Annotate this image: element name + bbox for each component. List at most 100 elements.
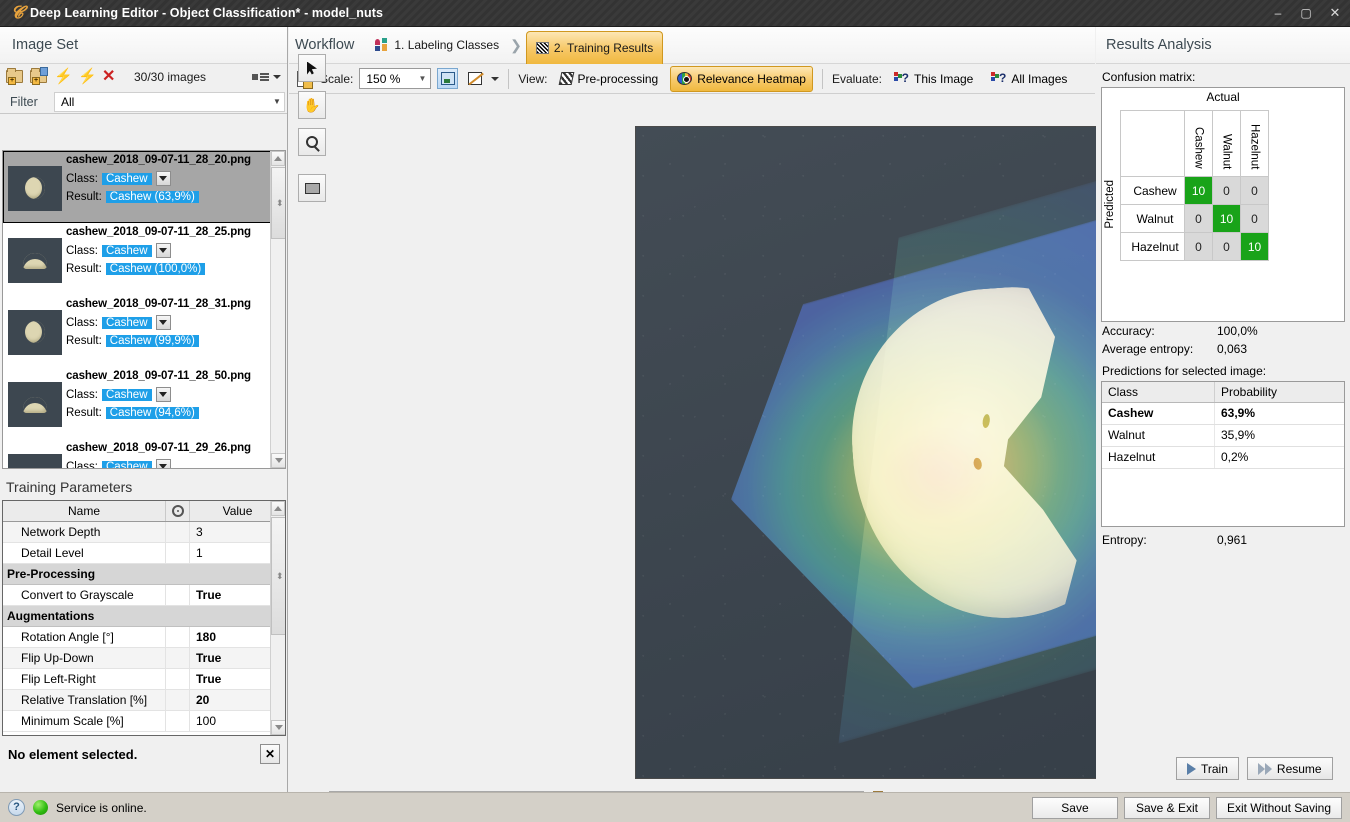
chevron-down-icon[interactable]	[491, 77, 499, 81]
pan-tool[interactable]: ✋	[298, 91, 326, 119]
param-row[interactable]: Rotation Angle [°]180	[3, 627, 270, 648]
image-filename: cashew_2018_09-07-11_28_50.png	[66, 370, 270, 382]
prediction-probability: 35,9%	[1215, 425, 1344, 446]
param-value[interactable]: True	[190, 585, 270, 605]
maximize-button[interactable]: ▢	[1292, 0, 1320, 27]
scroll-up-button[interactable]	[271, 151, 285, 166]
resume-button[interactable]: Resume	[1247, 757, 1333, 780]
select-tool[interactable]	[298, 54, 326, 82]
workflow-step-labeling-classes[interactable]: 1. Labeling Classes	[368, 34, 506, 56]
add-images-icon[interactable]: +	[30, 67, 50, 87]
training-parameters-table[interactable]: Name Value Network Depth3Detail Level1Pr…	[2, 500, 286, 736]
class-dropdown-button[interactable]	[156, 387, 171, 402]
predictions-table[interactable]: Class Probability Cashew63,9%Walnut35,9%…	[1101, 381, 1345, 527]
params-scrollbar[interactable]: ⬍	[270, 501, 285, 735]
save-button[interactable]: Save	[1032, 797, 1118, 819]
cm-cell: 0	[1213, 233, 1241, 261]
image-list-scrollbar[interactable]: ⬍	[270, 151, 285, 468]
table-row[interactable]: Cashew63,9%	[1102, 403, 1344, 425]
result-row: Result:Cashew (94,6%)	[66, 407, 270, 419]
list-item[interactable]: cashew_2018_09-07-11_28_31.pngClass:Cash…	[3, 295, 272, 367]
cm-row: Cashew1000	[1121, 177, 1269, 205]
class-value[interactable]: Cashew	[102, 245, 152, 257]
no-image-icon[interactable]	[464, 68, 485, 89]
close-button[interactable]: ✕	[1320, 0, 1350, 27]
class-value[interactable]: Cashew	[102, 389, 152, 401]
cm-cell: 10	[1213, 205, 1241, 233]
class-dropdown-button[interactable]	[156, 171, 171, 186]
save-and-exit-button[interactable]: Save & Exit	[1124, 797, 1210, 819]
param-row[interactable]: Flip Left-RightTrue	[3, 669, 270, 690]
param-row[interactable]: Detail Level1	[3, 543, 270, 564]
result-row: Result:Cashew (63,9%)	[66, 191, 270, 203]
lightning-bolt-icon[interactable]: ⚡	[78, 67, 98, 87]
list-item[interactable]: cashew_2018_09-07-11_28_25.pngClass:Cash…	[3, 223, 272, 295]
prediction-probability: 63,9%	[1215, 403, 1344, 424]
workflow-step-training-results[interactable]: 2. Training Results	[526, 31, 663, 64]
gear-icon[interactable]	[166, 501, 190, 521]
class-value[interactable]: Cashew	[102, 317, 152, 329]
scrollbar-thumb[interactable]: ⬍	[271, 167, 286, 239]
filter-select[interactable]: All ▼	[54, 92, 285, 112]
scroll-down-button[interactable]	[271, 720, 286, 735]
confusion-matrix-grid: CashewWalnutHazelnutCashew1000Walnut0100…	[1120, 110, 1269, 261]
scrollbar-thumb[interactable]: ⬍	[271, 517, 286, 635]
class-dropdown-button[interactable]	[156, 243, 171, 258]
param-row[interactable]: Flip Up-DownTrue	[3, 648, 270, 669]
add-folder-icon[interactable]: +	[6, 67, 26, 87]
scroll-up-button[interactable]	[271, 501, 285, 516]
param-row[interactable]: Convert to GrayscaleTrue	[3, 585, 270, 606]
class-dropdown-button[interactable]	[156, 459, 171, 469]
scale-select[interactable]: 150 % ▼	[359, 68, 431, 89]
thumbnail	[8, 166, 62, 211]
evaluate-this-image-button[interactable]: ? This Image	[888, 69, 979, 89]
labeling-classes-icon	[375, 38, 389, 52]
accuracy-value: 100,0%	[1217, 324, 1258, 338]
param-group-header: Augmentations	[3, 606, 270, 627]
cm-row-header: Walnut	[1121, 205, 1185, 233]
chevron-down-icon[interactable]	[273, 75, 281, 79]
cm-row-header: Hazelnut	[1121, 233, 1185, 261]
close-icon[interactable]: ✕	[260, 744, 280, 764]
list-view-icon[interactable]	[252, 73, 269, 81]
zoom-tool[interactable]	[298, 128, 326, 156]
class-value[interactable]: Cashew	[102, 173, 152, 185]
list-item[interactable]: cashew_2018_09-07-11_29_26.pngClass:Cash…	[3, 439, 272, 469]
train-button[interactable]: Train	[1176, 757, 1239, 780]
fit-to-window-icon[interactable]	[437, 68, 458, 89]
param-value[interactable]: True	[190, 648, 270, 668]
list-item[interactable]: cashew_2018_09-07-11_28_50.pngClass:Cash…	[3, 367, 272, 439]
param-value[interactable]: 20	[190, 690, 270, 710]
param-row[interactable]: Minimum Scale [%]100	[3, 711, 270, 732]
evaluate-all-images-button[interactable]: ? All Images	[985, 69, 1073, 89]
param-value[interactable]: 180	[190, 627, 270, 647]
list-item[interactable]: cashew_2018_09-07-11_28_20.pngClass:Cash…	[3, 151, 272, 223]
param-value[interactable]: 3	[190, 522, 270, 542]
table-header: Name Value	[3, 501, 285, 522]
scroll-down-button[interactable]	[271, 453, 286, 468]
param-row[interactable]: Relative Translation [%]20	[3, 690, 270, 711]
table-row[interactable]: Hazelnut0,2%	[1102, 447, 1344, 469]
param-value[interactable]: True	[190, 669, 270, 689]
rectangle-tool[interactable]	[298, 174, 326, 202]
image-list[interactable]: cashew_2018_09-07-11_28_20.pngClass:Cash…	[2, 150, 286, 469]
param-value[interactable]: 100	[190, 711, 270, 731]
entropy-value: 0,961	[1217, 533, 1247, 547]
help-icon[interactable]: ?	[8, 799, 25, 816]
arrow-cursor-icon	[307, 62, 317, 75]
minimize-button[interactable]: –	[1264, 0, 1292, 27]
image-meta: cashew_2018_09-07-11_28_25.pngClass:Cash…	[66, 224, 270, 294]
cm-row: Walnut0100	[1121, 205, 1269, 233]
exit-without-saving-button[interactable]: Exit Without Saving	[1216, 797, 1342, 819]
view-button-relevance-heatmap[interactable]: Relevance Heatmap	[670, 66, 813, 92]
param-row[interactable]: Network Depth3	[3, 522, 270, 543]
class-label: Class:	[66, 173, 98, 185]
class-dropdown-button[interactable]	[156, 315, 171, 330]
lightning-icon[interactable]: ⚡	[54, 67, 74, 87]
table-row[interactable]: Walnut35,9%	[1102, 425, 1344, 447]
view-button-pre-processing[interactable]: Pre-processing	[554, 69, 665, 89]
delete-icon[interactable]: ✕	[102, 67, 122, 87]
entropy-label: Entropy:	[1102, 533, 1217, 547]
param-value[interactable]: 1	[190, 543, 270, 563]
class-value[interactable]: Cashew	[102, 461, 152, 470]
